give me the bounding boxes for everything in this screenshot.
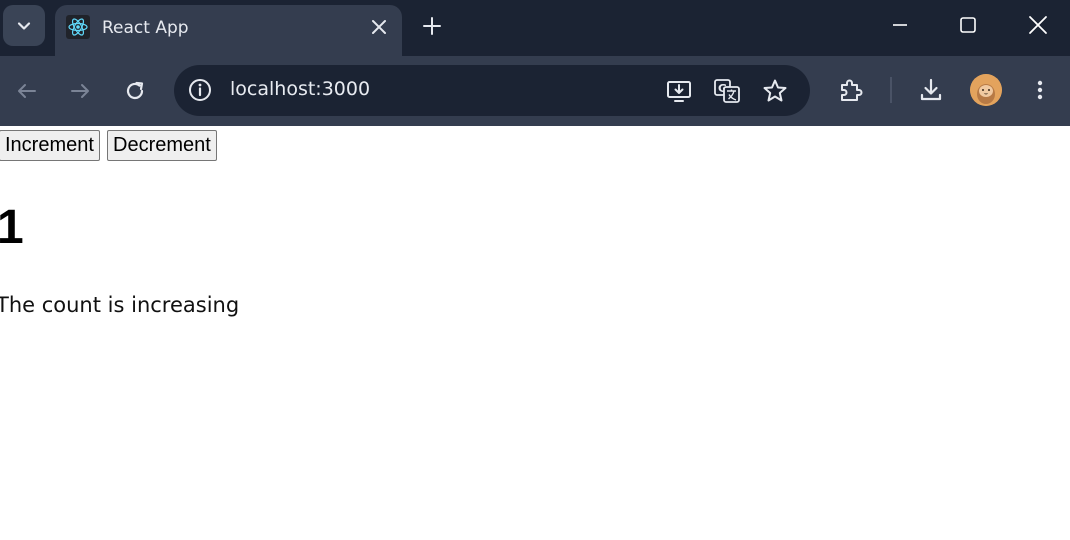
close-icon[interactable] — [1025, 12, 1051, 38]
reload-icon[interactable] — [122, 78, 148, 104]
info-icon[interactable] — [187, 77, 213, 103]
translate-icon[interactable]: G — [713, 77, 741, 105]
tab-close-icon[interactable] — [368, 16, 390, 38]
increment-button[interactable]: Increment — [0, 130, 100, 161]
maximize-icon[interactable] — [955, 12, 981, 38]
address-bar[interactable]: localhost:3000 G — [174, 65, 810, 116]
page-content: Increment Decrement 1 The count is incre… — [0, 126, 1070, 540]
tab-search-button[interactable] — [3, 5, 45, 46]
browser-tab-active[interactable]: React App — [55, 5, 402, 56]
count-heading: 1 — [0, 201, 24, 254]
address-bar-url[interactable]: localhost:3000 — [230, 78, 370, 100]
download-icon[interactable] — [917, 76, 945, 104]
arrow-right-icon[interactable] — [67, 78, 93, 104]
count-status-text: The count is increasing — [0, 293, 240, 317]
star-icon[interactable] — [761, 77, 789, 105]
react-atom-icon — [66, 15, 90, 39]
install-app-icon[interactable] — [665, 77, 693, 105]
browser-toolbar: localhost:3000 G — [0, 56, 1070, 126]
chevron-down-icon — [17, 21, 31, 30]
arrow-left-icon[interactable] — [14, 78, 40, 104]
avatar[interactable] — [970, 74, 1002, 106]
browser-titlebar: React App — [0, 0, 1070, 56]
toolbar-divider — [890, 77, 892, 103]
tab-title: React App — [102, 18, 189, 38]
profile-avatar-image — [970, 74, 1002, 106]
more-vert-icon[interactable] — [1026, 76, 1054, 104]
puzzle-icon[interactable] — [837, 76, 865, 104]
new-tab-icon[interactable] — [420, 14, 444, 38]
minimize-icon[interactable] — [887, 12, 913, 38]
decrement-button[interactable]: Decrement — [107, 130, 217, 161]
